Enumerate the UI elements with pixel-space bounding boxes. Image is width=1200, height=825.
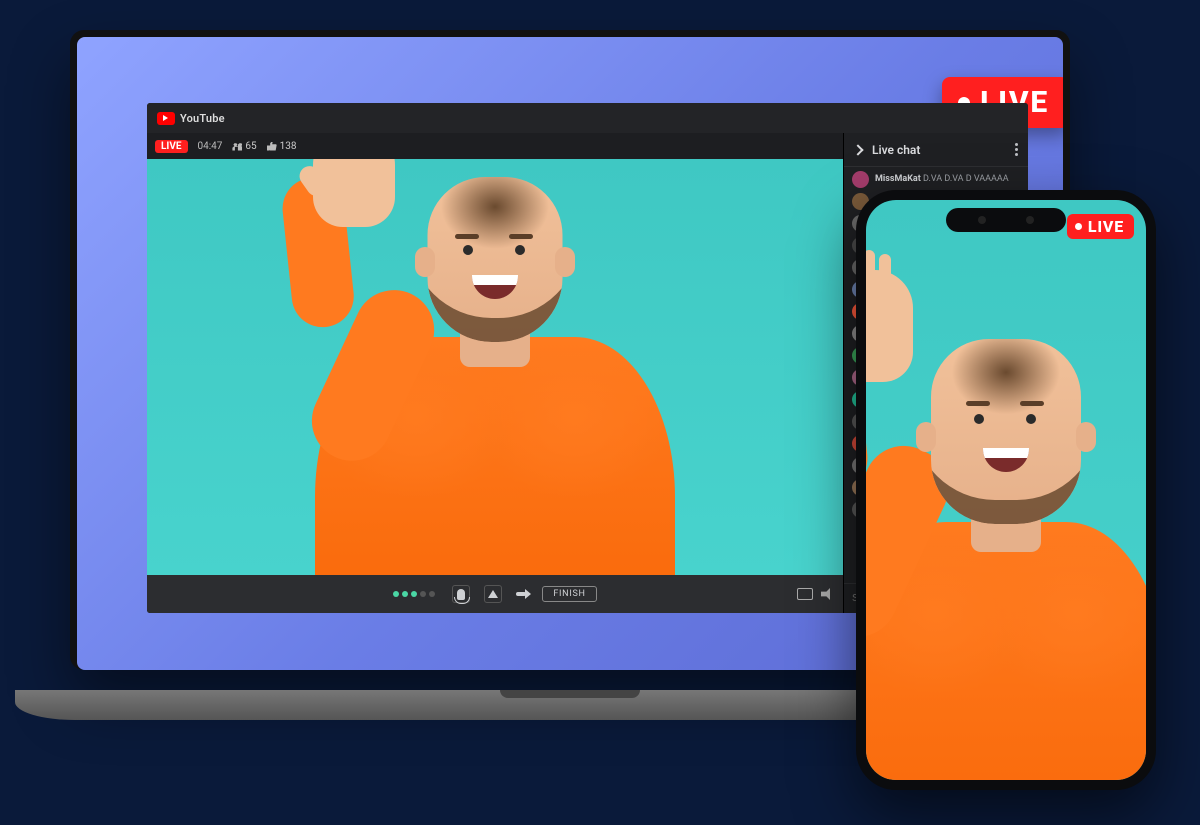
finish-button[interactable]: FINISH	[542, 586, 596, 602]
mic-toggle-button[interactable]	[452, 585, 470, 603]
avatar	[852, 171, 869, 188]
chat-message-text: MissMaKat D.VA D.VA D VAAAAA	[875, 174, 1009, 184]
youtube-logo: YouTube	[157, 112, 225, 125]
video-column: LIVE 04:47 65 138	[147, 133, 843, 613]
live-pill: LIVE	[155, 140, 188, 153]
youtube-play-icon	[157, 112, 175, 125]
mic-icon	[457, 589, 465, 600]
youtube-brand-text: YouTube	[180, 112, 225, 125]
stream-stats-bar: LIVE 04:47 65 138	[147, 133, 843, 159]
chat-header: Live chat	[844, 133, 1028, 167]
phone-device: LIVE	[856, 190, 1156, 790]
app-titlebar: YouTube	[147, 103, 1028, 133]
presenter-figure	[295, 161, 695, 575]
like-count: 138	[267, 141, 297, 152]
screen-share-button[interactable]	[484, 585, 502, 603]
phone-screen[interactable]: LIVE	[866, 200, 1146, 780]
thumbs-up-icon	[267, 142, 277, 151]
viewer-count: 65	[232, 141, 256, 152]
connection-dots-icon	[393, 589, 438, 600]
layout-icon[interactable]	[797, 588, 813, 600]
viewers-icon	[232, 142, 242, 151]
chat-menu-button[interactable]	[1015, 143, 1018, 156]
forward-icon[interactable]	[516, 589, 528, 599]
viewer-count-value: 65	[245, 141, 256, 152]
elapsed-time: 04:47	[198, 141, 223, 152]
like-count-value: 138	[280, 141, 297, 152]
speaker-icon[interactable]	[821, 588, 833, 600]
stream-control-bar: FINISH	[147, 575, 843, 613]
chevron-right-icon[interactable]	[852, 144, 863, 155]
video-viewport[interactable]	[147, 159, 843, 575]
chat-message: MissMaKat D.VA D.VA D VAAAAA	[852, 171, 1020, 188]
presenter-figure	[866, 202, 1146, 780]
chat-title: Live chat	[872, 143, 920, 157]
share-icon	[488, 590, 498, 598]
